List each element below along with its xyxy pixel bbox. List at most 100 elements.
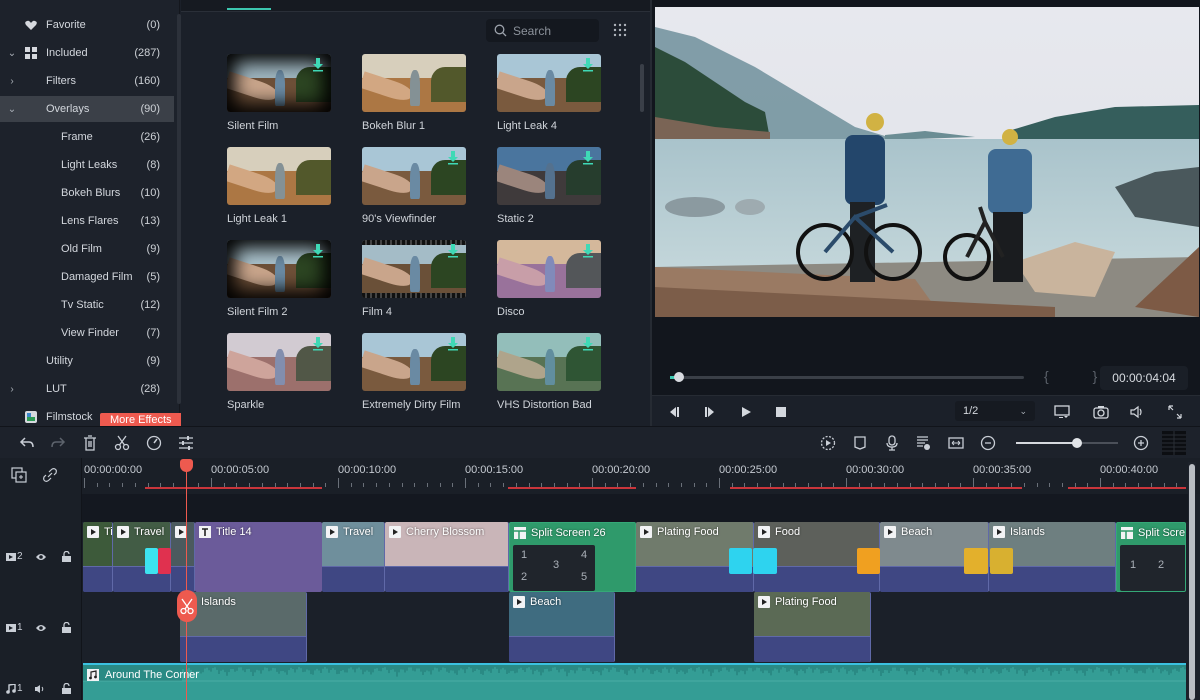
sidebar-item-view-finder[interactable]: View Finder (7) — [0, 320, 174, 346]
effect-thumbnail[interactable] — [362, 240, 466, 298]
more-effects-tooltip[interactable]: More Effects — [100, 413, 190, 426]
transition-marker[interactable] — [158, 548, 171, 574]
render-preview-button[interactable] — [819, 434, 837, 452]
split-screen-clip[interactable]: Split Scre 1 2 — [1116, 522, 1186, 592]
timeline-scroll-thumb[interactable] — [1189, 464, 1195, 700]
sidebar-item-included[interactable]: ⌄ Included (287) — [0, 40, 174, 66]
effect-item-light-leak-4[interactable]: Light Leak 4 — [497, 54, 607, 132]
playback-scrubber-handle[interactable] — [673, 372, 684, 382]
speed-button[interactable] — [145, 434, 163, 452]
sidebar-item-tv-static[interactable]: Tv Static (12) — [0, 292, 174, 318]
effect-item-vhs-distortion-bad[interactable]: VHS Distortion Bad — [497, 333, 607, 411]
sidebar-item-lens-flares[interactable]: Lens Flares (13) — [0, 208, 174, 234]
zoom-out-button[interactable] — [979, 434, 997, 452]
speaker-icon[interactable] — [34, 684, 46, 694]
transition-marker[interactable] — [753, 548, 777, 574]
effect-item-bokeh-blur-1[interactable]: Bokeh Blur 1 — [362, 54, 472, 132]
download-icon[interactable] — [583, 151, 593, 165]
download-icon[interactable] — [448, 151, 458, 165]
effect-thumbnail[interactable] — [227, 54, 331, 112]
previous-frame-button[interactable] — [666, 404, 682, 420]
chevron-down-icon[interactable]: ⌄ — [6, 48, 18, 59]
chevron-right-icon[interactable]: › — [6, 76, 18, 87]
effect-thumbnail[interactable] — [497, 54, 601, 112]
transition-marker[interactable] — [964, 548, 988, 574]
effect-thumbnail[interactable] — [497, 333, 601, 391]
effect-item-90-s-viewfinder[interactable]: 90's Viewfinder — [362, 147, 472, 225]
effect-thumbnail[interactable] — [362, 147, 466, 205]
audio-mixer-button[interactable] — [915, 434, 933, 452]
download-icon[interactable] — [313, 58, 323, 72]
cut-button[interactable] — [113, 434, 131, 452]
chevron-down-icon[interactable]: ⌄ — [6, 104, 18, 115]
audio-clip[interactable]: Around The Corner — [83, 663, 1186, 700]
voiceover-button[interactable] — [883, 434, 901, 452]
effect-item-silent-film[interactable]: Silent Film — [227, 54, 337, 132]
adjust-button[interactable] — [177, 434, 195, 452]
split-at-playhead-button[interactable] — [177, 590, 197, 622]
fullscreen-button[interactable] — [1167, 404, 1183, 420]
fit-timeline-button[interactable] — [947, 434, 965, 452]
add-marker-button[interactable] — [851, 434, 869, 452]
effect-thumbnail[interactable] — [227, 333, 331, 391]
sidebar-item-bokeh-blurs[interactable]: Bokeh Blurs (10) — [0, 180, 174, 206]
effect-item-light-leak-1[interactable]: Light Leak 1 — [227, 147, 337, 225]
download-icon[interactable] — [583, 337, 593, 351]
volume-button[interactable] — [1129, 404, 1145, 420]
chevron-right-icon[interactable]: › — [6, 384, 18, 395]
video-clip[interactable]: Plating Food — [754, 592, 871, 662]
video-clip[interactable] — [171, 522, 195, 592]
display-settings-button[interactable] — [1054, 404, 1070, 420]
timeline-zoom-handle[interactable] — [1072, 438, 1083, 448]
zoom-in-button[interactable] — [1132, 434, 1150, 452]
delete-button[interactable] — [81, 434, 99, 452]
snapshot-button[interactable] — [1093, 404, 1109, 420]
sidebar-item-favorite[interactable]: Favorite (0) — [0, 12, 174, 38]
transition-marker[interactable] — [990, 548, 1013, 574]
transition-marker[interactable] — [145, 548, 158, 574]
download-icon[interactable] — [313, 337, 323, 351]
video-clip[interactable]: Cherry Blossom — [385, 522, 509, 592]
sidebar-item-damaged-film[interactable]: Damaged Film (5) — [0, 264, 174, 290]
transition-marker[interactable] — [729, 548, 752, 574]
library-scrollbar[interactable] — [640, 64, 644, 112]
effect-thumbnail[interactable] — [362, 54, 466, 112]
next-frame-button[interactable] — [702, 404, 718, 420]
sidebar-item-filters[interactable]: › Filters (160) — [0, 68, 174, 94]
layout-button[interactable] — [1162, 431, 1186, 455]
effect-item-silent-film-2[interactable]: Silent Film 2 — [227, 240, 337, 318]
grid-view-icon[interactable] — [612, 22, 628, 38]
lock-open-icon[interactable] — [62, 622, 71, 633]
sidebar-item-light-leaks[interactable]: Light Leaks (8) — [0, 152, 174, 178]
effect-item-sparkle[interactable]: Sparkle — [227, 333, 337, 411]
video-clip[interactable]: Islands — [180, 592, 307, 662]
effect-item-static-2[interactable]: Static 2 — [497, 147, 607, 225]
play-button[interactable] — [738, 404, 754, 420]
playback-progress-track[interactable] — [672, 376, 1024, 379]
video-clip[interactable]: Beach — [509, 592, 615, 662]
eye-icon[interactable] — [35, 623, 47, 633]
undo-button[interactable] — [18, 434, 36, 452]
download-icon[interactable] — [448, 244, 458, 258]
effect-thumbnail[interactable] — [227, 240, 331, 298]
effect-item-film-4[interactable]: Film 4 — [362, 240, 472, 318]
split-screen-clip[interactable]: Split Screen 26 1 2 3 4 5 — [509, 522, 636, 592]
video-preview-frame[interactable] — [655, 7, 1199, 317]
download-icon[interactable] — [313, 244, 323, 258]
sidebar-item-overlays[interactable]: ⌄ Overlays (90) — [0, 96, 174, 122]
effect-thumbnail[interactable] — [362, 333, 466, 391]
search-input[interactable]: Search — [486, 19, 599, 42]
effect-thumbnail[interactable] — [497, 240, 601, 298]
effect-item-extremely-dirty-film[interactable]: Extremely Dirty Film — [362, 333, 472, 411]
playhead-handle[interactable] — [180, 459, 193, 472]
add-track-icon[interactable] — [11, 467, 27, 483]
download-icon[interactable] — [583, 244, 593, 258]
effect-thumbnail[interactable] — [497, 147, 601, 205]
video-clip[interactable]: Ti — [83, 522, 113, 592]
sidebar-item-old-film[interactable]: Old Film (9) — [0, 236, 174, 262]
video-clip[interactable]: Travel — [322, 522, 385, 592]
title-clip[interactable]: Title 14 — [195, 522, 322, 592]
sidebar-item-lut[interactable]: › LUT (28) — [0, 376, 174, 402]
preview-quality-dropdown[interactable]: 1/2 ⌄ — [955, 401, 1035, 421]
link-icon[interactable] — [42, 467, 58, 483]
